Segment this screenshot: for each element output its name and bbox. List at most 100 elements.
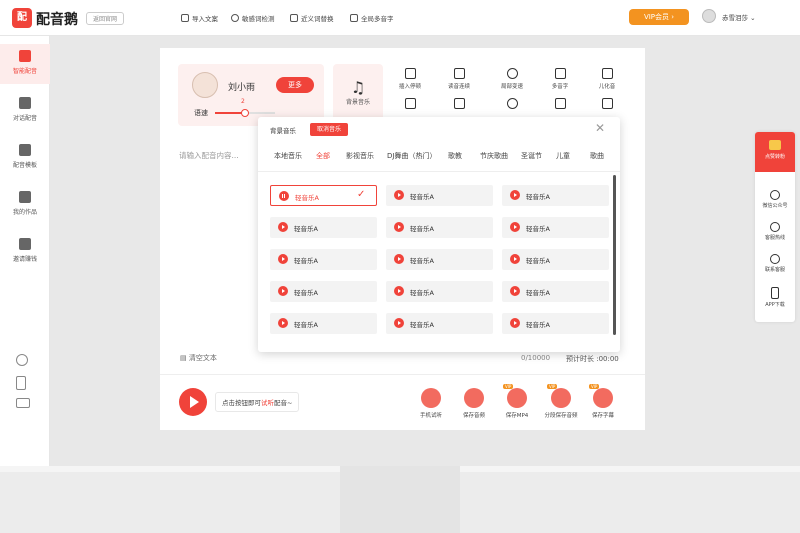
chevron-down-icon: ⌄ — [750, 14, 756, 22]
app-download-button[interactable]: APP下载 — [755, 287, 795, 308]
tab-dj[interactable]: DJ舞曲（热门） — [387, 151, 436, 161]
track-item[interactable]: 轻音乐A — [270, 217, 377, 238]
save-audio-button[interactable]: 保存音频 — [456, 388, 492, 419]
char-counter: 0/10000 — [521, 354, 551, 362]
synonym-replace-button[interactable]: 近义词替换 — [290, 13, 334, 23]
tool-polyphone[interactable]: 多音字 — [540, 68, 580, 90]
tool-erhua[interactable]: 儿化音 — [587, 68, 627, 90]
track-list-scrollbar[interactable] — [613, 175, 616, 335]
desktop-icon[interactable] — [16, 398, 30, 408]
track-item[interactable]: 轻音乐A — [270, 313, 377, 334]
support-button[interactable]: 联系客服 — [755, 254, 795, 273]
top-bar: 配 配音鹅 返回官网 导入文案 敏感词检测 近义词替换 全局多音字 VIP会员 … — [0, 0, 800, 36]
speaker-avatar[interactable] — [192, 72, 218, 98]
diamond-icon — [769, 140, 781, 150]
background-music-popup: 背景音乐 取消音乐 ✕ 本地音乐 全部 影视音乐 DJ舞曲（热门） 歌教 节庆歌… — [258, 117, 620, 352]
speed-label: 语速 — [194, 109, 208, 117]
sidebar-item-dialogue[interactable]: 对话配音 — [0, 91, 50, 131]
play-icon[interactable] — [394, 190, 404, 200]
tool-headphone[interactable] — [540, 98, 580, 112]
avatar[interactable] — [702, 9, 716, 23]
pause-icon[interactable] — [279, 191, 289, 201]
speed-slider-handle[interactable] — [241, 109, 249, 117]
track-item[interactable]: 轻音乐A — [502, 313, 609, 334]
track-label: 轻音乐A — [294, 289, 318, 297]
speed-slider-fill — [215, 112, 242, 114]
tab-christmas[interactable]: 圣诞节 — [521, 151, 542, 161]
tab-divider — [258, 171, 620, 172]
tab-local-music[interactable]: 本地音乐 — [274, 151, 302, 161]
track-item[interactable]: 轻音乐A — [502, 217, 609, 238]
track-item[interactable]: 轻音乐A — [386, 249, 493, 270]
track-item[interactable]: 轻音乐A ✓ — [270, 185, 377, 206]
play-icon[interactable] — [394, 286, 404, 296]
sidebar-item-templates[interactable]: 配音模板 — [0, 138, 50, 178]
track-item[interactable]: 轻音乐A — [270, 249, 377, 270]
track-item[interactable]: 轻音乐A — [270, 281, 377, 302]
tab-all[interactable]: 全部 — [316, 151, 330, 161]
save-subtitle-button[interactable]: VIP 保存字幕 — [585, 384, 621, 419]
tab-film-music[interactable]: 影视音乐 — [346, 151, 374, 161]
track-item[interactable]: 轻音乐A — [386, 185, 493, 206]
cancel-music-button[interactable]: 取消音乐 — [310, 123, 348, 136]
username[interactable]: 赤雪泪莎 ⌄ — [722, 12, 756, 22]
track-item[interactable]: 轻音乐A — [502, 281, 609, 302]
chat-icon — [770, 190, 780, 200]
track-item[interactable]: 轻音乐A — [386, 313, 493, 334]
tool-local-speed[interactable]: 局部变速 — [492, 68, 532, 90]
clear-text-button[interactable]: ▤ 清空文本 — [180, 353, 217, 363]
track-item[interactable]: 轻音乐A — [502, 249, 609, 270]
more-speakers-button[interactable]: 更多 — [276, 77, 314, 93]
tool-voice[interactable] — [439, 98, 479, 112]
tab-kids[interactable]: 儿童 — [556, 151, 570, 161]
play-icon[interactable] — [278, 318, 288, 328]
play-icon[interactable] — [510, 222, 520, 232]
segment-save-audio-button[interactable]: VIP 分段保存音频 — [541, 384, 581, 419]
track-item[interactable]: 轻音乐A — [386, 281, 493, 302]
play-icon[interactable] — [394, 318, 404, 328]
track-item[interactable]: 轻音乐A — [502, 185, 609, 206]
text-input-placeholder[interactable]: 请输入配音内容... — [179, 150, 239, 161]
phone-icon[interactable] — [16, 376, 26, 390]
play-icon[interactable] — [278, 254, 288, 264]
sidebar-item-invite[interactable]: 邀请赚钱 — [0, 232, 50, 272]
play-icon[interactable] — [510, 190, 520, 200]
link-icon[interactable] — [16, 354, 28, 366]
save-mp4-button[interactable]: VIP 保存MP4 — [499, 384, 535, 419]
tool-insert-pause[interactable]: 插入停顿 — [390, 68, 430, 90]
tool-continuous-read[interactable]: 读音连续 — [439, 68, 479, 90]
search-icon — [231, 14, 239, 22]
hotline-button[interactable]: 客服热线 — [755, 222, 795, 241]
play-icon[interactable] — [394, 222, 404, 232]
import-text-button[interactable]: 导入文案 — [181, 13, 218, 23]
sidebar-item-smart-dubbing[interactable]: 智能配音 — [0, 44, 50, 84]
wechat-button[interactable]: 微信公众号 — [755, 190, 795, 209]
tab-festival[interactable]: 节庆歌曲 — [480, 151, 508, 161]
back-to-site-button[interactable]: 返回官网 — [86, 12, 125, 25]
tool-timer[interactable] — [492, 98, 532, 112]
users-icon — [19, 97, 31, 109]
music-category-tabs: 本地音乐 全部 影视音乐 DJ舞曲（热门） 歌教 节庆歌曲 圣诞节 儿童 歌曲 — [270, 151, 610, 165]
segment-file-icon — [551, 388, 571, 408]
phone-preview-button[interactable]: 手机试听 — [413, 388, 449, 419]
play-icon[interactable] — [278, 286, 288, 296]
play-icon[interactable] — [394, 254, 404, 264]
close-icon[interactable]: ✕ — [595, 121, 605, 135]
sidebar-item-my-works[interactable]: 我的作品 — [0, 185, 50, 225]
play-icon[interactable] — [278, 222, 288, 232]
support-icon — [770, 254, 780, 264]
tool-music[interactable] — [390, 98, 430, 112]
track-item[interactable]: 轻音乐A — [386, 217, 493, 238]
global-polyphone-button[interactable]: 全局多音字 — [350, 13, 394, 23]
tab-songs-teach[interactable]: 歌教 — [448, 151, 462, 161]
play-icon[interactable] — [510, 286, 520, 296]
play-icon[interactable] — [510, 318, 520, 328]
sensitive-check-button[interactable]: 敏感词检测 — [231, 13, 275, 23]
tool-loop[interactable] — [587, 98, 627, 112]
document-icon — [19, 144, 31, 156]
play-icon[interactable] — [510, 254, 520, 264]
promo-button[interactable]: 点赞转粉 — [755, 132, 795, 172]
play-button[interactable] — [179, 388, 207, 416]
tab-songs[interactable]: 歌曲 — [590, 151, 604, 161]
vip-button[interactable]: VIP会员 › — [629, 9, 689, 25]
